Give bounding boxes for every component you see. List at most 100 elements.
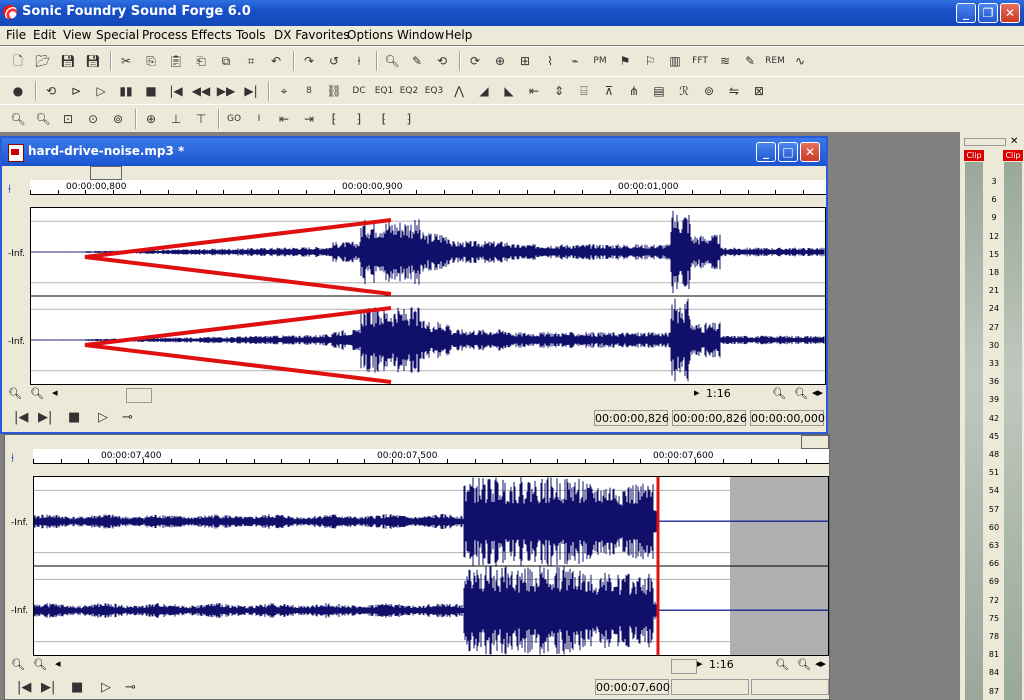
cut-button[interactable]: ✂ — [116, 52, 136, 70]
env-button[interactable]: ⋀ — [449, 82, 469, 100]
scroll-both-icon[interactable]: ◂▸ — [812, 386, 823, 399]
scroll-left-icon[interactable]: ◂ — [55, 657, 61, 670]
fade-out-button[interactable]: ◣ — [499, 82, 519, 100]
graph-button[interactable]: ▤ — [649, 82, 669, 100]
doc-close-button[interactable]: ✕ — [800, 142, 820, 162]
go-start-icon[interactable]: |◀ — [17, 680, 31, 695]
reverb-button[interactable]: ⋔ — [624, 82, 644, 100]
repeat-button[interactable]: ↺ — [324, 52, 344, 70]
scrub-icon[interactable]: ⊸ — [122, 410, 133, 425]
doc-minimize-button[interactable]: _ — [756, 142, 776, 162]
play-all-button[interactable]: ⊳ — [66, 82, 86, 100]
eq1-button[interactable]: EQ1 — [374, 82, 394, 100]
zoom-out-small-icon[interactable]: 🔍︎ — [797, 658, 811, 671]
menu-tools[interactable]: Tools — [236, 28, 266, 42]
in-button[interactable]: ⊥ — [166, 110, 186, 128]
restore-button[interactable]: ❐ — [978, 3, 998, 23]
trim-button[interactable]: ⌗ — [241, 52, 261, 70]
overview-bar-2[interactable] — [801, 435, 829, 449]
minimize-button[interactable]: _ — [956, 3, 976, 23]
menu-process[interactable]: Process — [142, 28, 188, 42]
horizontal-scrollbar-2[interactable]: 🔍︎ 🔍︎ ◂ ▸ 1:16 🔍︎ 🔍︎ ◂▸ — [7, 657, 829, 675]
save-as-button[interactable]: 💾︎ — [83, 52, 103, 70]
record-button[interactable]: ● — [8, 82, 28, 100]
crossfade-button[interactable]: ⧉ — [216, 52, 236, 70]
scroll-both-icon[interactable]: ◂▸ — [815, 657, 826, 670]
selection-start-box[interactable]: 00:00:00,826 — [594, 410, 669, 426]
menu-file[interactable]: File — [6, 28, 26, 42]
menu-edit[interactable]: Edit — [33, 28, 56, 42]
pan-button[interactable]: ⇕ — [549, 82, 569, 100]
menu-view[interactable]: View — [63, 28, 91, 42]
play-icon[interactable]: ▷ — [98, 410, 108, 425]
zoom-1-button[interactable]: ⊙ — [83, 110, 103, 128]
menu-options[interactable]: Options — [347, 28, 393, 42]
copy-button[interactable]: ⎘ — [141, 52, 161, 70]
mute-button[interactable]: ⊠ — [749, 82, 769, 100]
edit-tool-icon[interactable]: ⍿ — [11, 451, 29, 469]
menu-dx-favorites[interactable]: DX Favorites — [274, 28, 349, 42]
go-start-button[interactable]: |◀ — [166, 82, 186, 100]
stop-button[interactable]: ■ — [141, 82, 161, 100]
mark-in-button[interactable]: ⇤ — [274, 110, 294, 128]
noise-button[interactable]: ≋ — [715, 52, 735, 70]
fast-forward-button[interactable]: ▶▶ — [216, 82, 236, 100]
stop-icon[interactable]: ■ — [71, 680, 83, 695]
pencil-button[interactable]: ✎ — [740, 52, 760, 70]
sine-button[interactable]: ∿ — [790, 52, 810, 70]
meter-grip[interactable] — [964, 138, 1006, 146]
zoom-out-small-icon[interactable]: 🔍︎ — [794, 387, 808, 400]
selection-length-box[interactable] — [751, 679, 829, 695]
loop-a-button[interactable]: ⁅ — [324, 110, 344, 128]
mark-out-button[interactable]: ⇥ — [299, 110, 319, 128]
selection-end-box[interactable] — [671, 679, 749, 695]
scroll-right-icon[interactable]: ▸ — [697, 657, 703, 670]
eq2-button[interactable]: EQ2 — [399, 82, 419, 100]
time-ruler-2[interactable]: 00:00:07,400 00:00:07,500 00:00:07,600 — [33, 449, 829, 464]
envelope-button[interactable]: ⌇ — [540, 52, 560, 70]
clip-indicator-right[interactable]: Clip — [1003, 150, 1023, 161]
fft-button[interactable]: FFT — [690, 52, 710, 70]
8-button[interactable]: 8 — [299, 82, 319, 100]
menu-effects[interactable]: Effects — [191, 28, 232, 42]
pencil-tool-button[interactable]: ✎ — [407, 52, 427, 70]
menu-window[interactable]: Window — [397, 28, 444, 42]
save-button[interactable]: 💾︎ — [58, 52, 78, 70]
clip-indicator-left[interactable]: Clip — [964, 150, 984, 161]
selection-length-box[interactable]: 00:00:00,000 — [750, 410, 825, 426]
pause-button[interactable]: ▮▮ — [116, 82, 136, 100]
out-button[interactable]: ⊤ — [191, 110, 211, 128]
paste-button[interactable]: 📋︎ — [166, 52, 186, 70]
menu-help[interactable]: Help — [445, 28, 472, 42]
pitch-button[interactable]: ⊚ — [699, 82, 719, 100]
zoom-all-button[interactable]: ⊚ — [108, 110, 128, 128]
scroll-left-icon[interactable]: ◂ — [52, 386, 58, 399]
cursor-position-box[interactable]: 00:00:07,600 — [595, 679, 670, 695]
rem-button[interactable]: REM — [765, 52, 785, 70]
zoom-out-icon[interactable]: 🔍︎ — [33, 658, 47, 671]
flag1-button[interactable]: ⚑ — [615, 52, 635, 70]
go-button[interactable]: GO — [224, 110, 244, 128]
loop-button[interactable]: ⟲ — [432, 52, 452, 70]
selection-end-box[interactable]: 00:00:00,826 — [672, 410, 747, 426]
rewind-button[interactable]: ◀◀ — [191, 82, 211, 100]
go-end-button[interactable]: ▶| — [241, 82, 261, 100]
play-icon[interactable]: ▷ — [101, 680, 111, 695]
invert-button[interactable]: ⇋ — [724, 82, 744, 100]
zoom-sel-button[interactable]: ⊡ — [58, 110, 78, 128]
zoom-in-small-icon[interactable]: 🔍︎ — [772, 387, 786, 400]
close-button[interactable]: ✕ — [1000, 3, 1020, 23]
zoom-in-icon[interactable]: 🔍︎ — [8, 387, 22, 400]
magnify-tool-button[interactable]: 🔍︎ — [382, 52, 402, 70]
go-end-icon[interactable]: ▶| — [38, 410, 52, 425]
go-start-icon[interactable]: |◀ — [14, 410, 28, 425]
region-button[interactable]: ⊞ — [515, 52, 535, 70]
scrub-button[interactable]: ⌁ — [565, 52, 585, 70]
go-end-icon[interactable]: ▶| — [41, 680, 55, 695]
stretch-button[interactable]: ℛ — [674, 82, 694, 100]
undo-button[interactable]: ↶ — [266, 52, 286, 70]
loop-d-button[interactable]: ⁆ — [399, 110, 419, 128]
zoom-out-icon[interactable]: 🔍︎ — [30, 387, 44, 400]
waveform-area-2[interactable] — [33, 476, 829, 656]
scrub-icon[interactable]: ⊸ — [125, 680, 136, 695]
